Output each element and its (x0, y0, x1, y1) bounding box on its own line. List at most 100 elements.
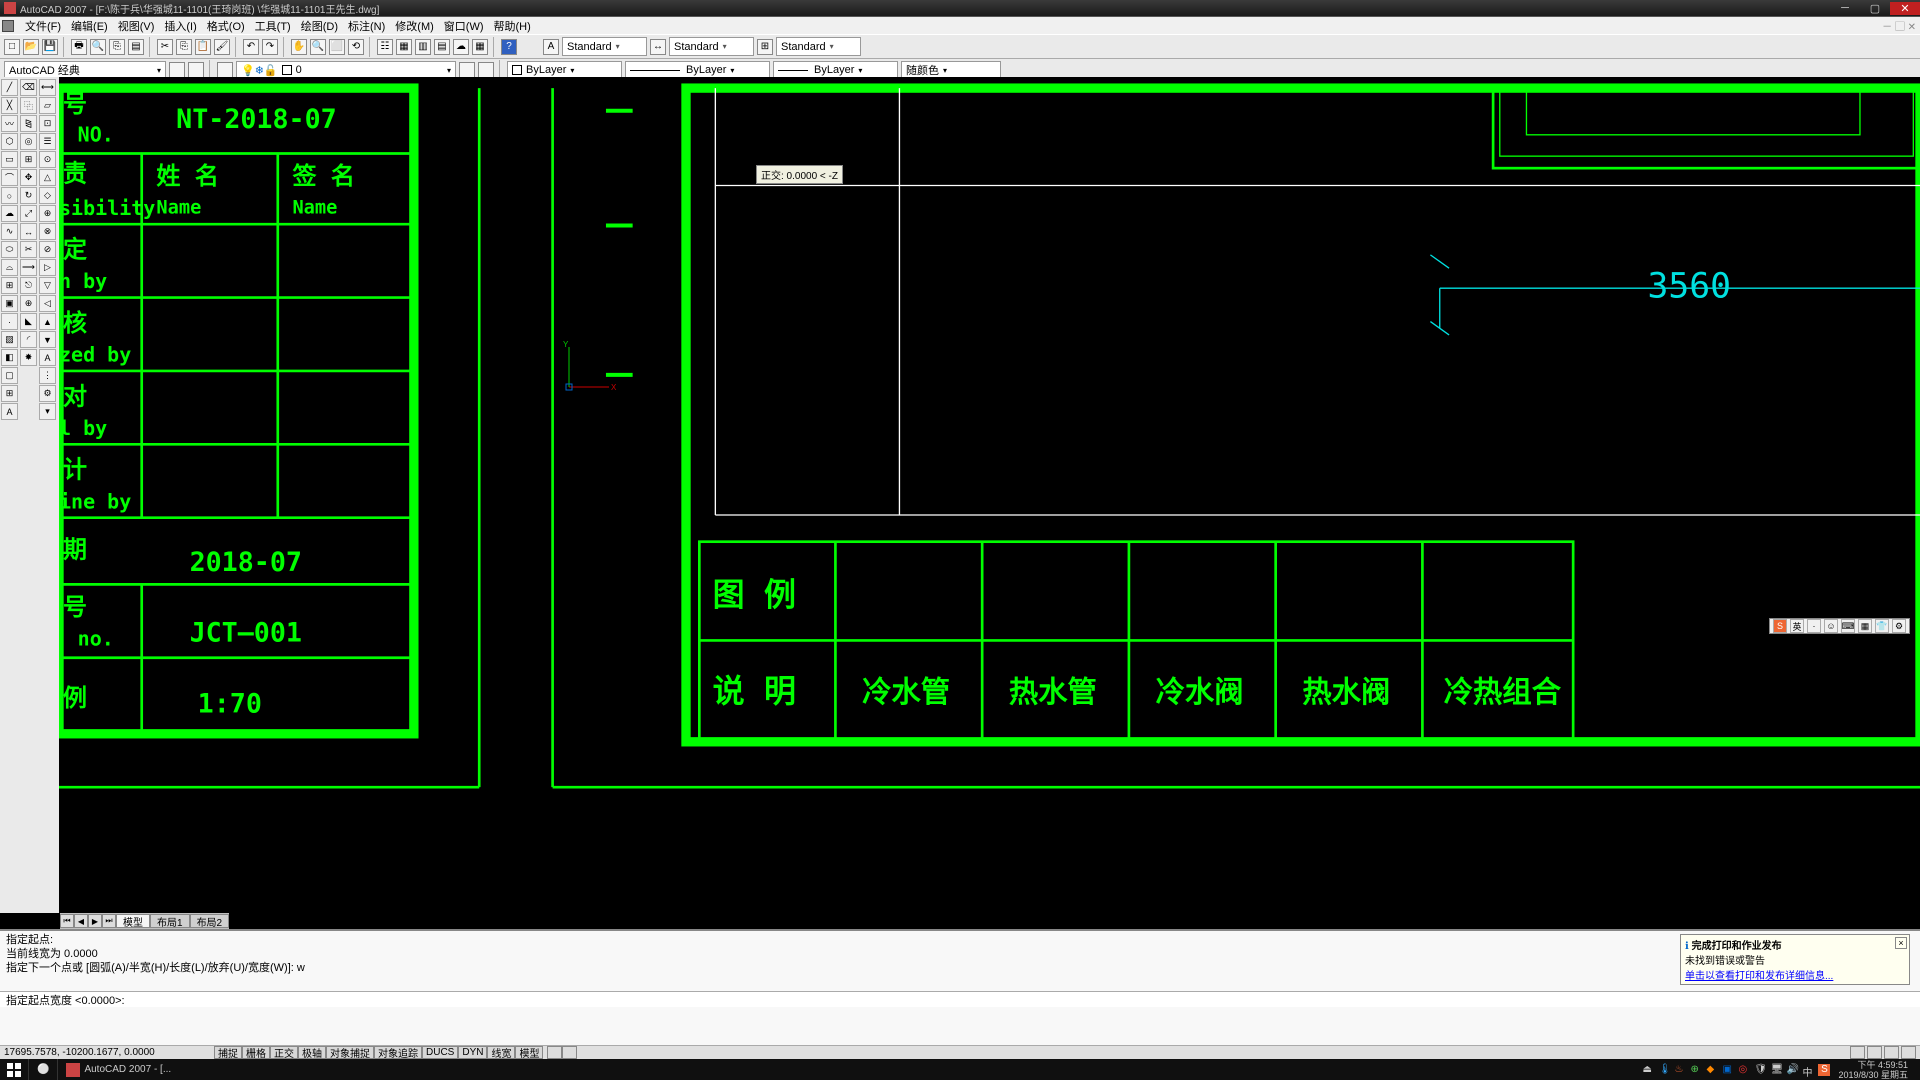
offset-icon[interactable]: ◎ (20, 133, 37, 150)
t11-icon[interactable]: ▷ (39, 259, 56, 276)
layer-prev-icon[interactable] (459, 62, 475, 78)
t8-icon[interactable]: ⊕ (39, 205, 56, 222)
menu-help[interactable]: 帮助(H) (489, 18, 536, 34)
tab-prev-icon[interactable]: ◀ (74, 914, 88, 928)
notif-close-icon[interactable]: × (1895, 937, 1907, 949)
tab-last-icon[interactable]: ⏭ (102, 914, 116, 928)
tray-icon[interactable]: ◆ (1706, 1064, 1718, 1076)
plot-icon[interactable]: ▤ (128, 39, 144, 55)
ws-lock-icon[interactable] (188, 62, 204, 78)
gradient-icon[interactable]: ◧ (1, 349, 18, 366)
dcenter-icon[interactable]: ▦ (396, 39, 412, 55)
id-icon[interactable]: ⊙ (39, 151, 56, 168)
stretch-icon[interactable]: ↔ (20, 223, 37, 240)
tray-icon[interactable]: ⏏ (1642, 1064, 1654, 1076)
list-icon[interactable]: ☰ (39, 133, 56, 150)
doc-win-controls[interactable]: － ▢ ✕ (1882, 18, 1920, 33)
lwt-toggle[interactable]: 线宽 (487, 1046, 515, 1059)
comm-icon[interactable] (1850, 1046, 1865, 1059)
cut-icon[interactable]: ✂ (157, 39, 173, 55)
textstyle-icon[interactable]: A (543, 39, 559, 55)
paste-icon[interactable]: 📋 (195, 39, 211, 55)
insert-icon[interactable]: ⊞ (1, 277, 18, 294)
sheetset-icon[interactable]: ▤ (434, 39, 450, 55)
menu-file[interactable]: 文件(F) (20, 18, 66, 34)
trim-icon[interactable]: ✂ (20, 241, 37, 258)
osnap-toggle[interactable]: 对象捕捉 (326, 1046, 374, 1059)
menu-modify[interactable]: 修改(M) (390, 18, 439, 34)
copy2-icon[interactable]: ⿻ (20, 97, 37, 114)
menu-tools[interactable]: 工具(T) (250, 18, 296, 34)
ellipsearc-icon[interactable]: ⌓ (1, 259, 18, 276)
mirror-icon[interactable]: ⧎ (20, 115, 37, 132)
tray-plot-icon[interactable] (1884, 1046, 1899, 1059)
markup-icon[interactable]: ☁ (453, 39, 469, 55)
ime-i3[interactable]: · (1807, 619, 1821, 633)
text-style-dropdown[interactable]: Standard (562, 37, 647, 56)
minimize-button[interactable]: ─ (1830, 2, 1860, 15)
erase-icon[interactable]: ⌫ (20, 79, 37, 96)
undo-icon[interactable]: ↶ (243, 39, 259, 55)
table-style-dropdown[interactable]: Standard (776, 37, 861, 56)
maximize-button[interactable]: ▢ (1860, 2, 1890, 15)
arc-icon[interactable]: ⌒ (1, 169, 18, 186)
tab-first-icon[interactable]: ⏮ (60, 914, 74, 928)
explode-icon[interactable]: ✸ (20, 349, 37, 366)
preview-icon[interactable]: 🔍 (90, 39, 106, 55)
redo-icon[interactable]: ↷ (262, 39, 278, 55)
ime-i4[interactable]: ☺ (1824, 619, 1838, 633)
line-icon[interactable]: ╱ (1, 79, 18, 96)
t9-icon[interactable]: ⊗ (39, 223, 56, 240)
ime-sogou-icon[interactable]: S (1773, 619, 1787, 633)
publish-icon[interactable]: ⎘ (109, 39, 125, 55)
print-icon[interactable]: 🖶 (71, 39, 87, 55)
taskbar-app-autocad[interactable]: AutoCAD 2007 - [... (57, 1059, 179, 1080)
spline-icon[interactable]: ∿ (1, 223, 18, 240)
move-icon[interactable]: ✥ (20, 169, 37, 186)
menu-window[interactable]: 窗口(W) (439, 18, 489, 34)
t14-icon[interactable]: ▲ (39, 313, 56, 330)
t15-icon[interactable]: ▼ (39, 331, 56, 348)
rotate-icon[interactable]: ↻ (20, 187, 37, 204)
command-input[interactable]: 指定起点宽度 <0.0000>: (0, 991, 1920, 1007)
massprop-icon[interactable]: ⊡ (39, 115, 56, 132)
break-icon[interactable]: ⎋ (20, 277, 37, 294)
menu-edit[interactable]: 编辑(E) (66, 18, 113, 34)
tray-icon[interactable]: ▣ (1722, 1064, 1734, 1076)
area-icon[interactable]: ▱ (39, 97, 56, 114)
properties-icon[interactable]: ☷ (377, 39, 393, 55)
copy-icon[interactable]: ⎘ (176, 39, 192, 55)
menu-dimension[interactable]: 标注(N) (343, 18, 390, 34)
ime-i8[interactable]: ⚙ (1892, 619, 1906, 633)
dist-icon[interactable]: ⟷ (39, 79, 56, 96)
layer-prop-icon[interactable] (217, 62, 233, 78)
chamfer-icon[interactable]: ◣ (20, 313, 37, 330)
layer-state-icon[interactable] (478, 62, 494, 78)
hatch-icon[interactable]: ▨ (1, 331, 18, 348)
pan-icon[interactable]: ✋ (291, 39, 307, 55)
circle-icon[interactable]: ○ (1, 187, 18, 204)
menu-draw[interactable]: 绘图(D) (296, 18, 343, 34)
pline-icon[interactable]: 〰 (1, 115, 18, 132)
status-icon[interactable] (547, 1046, 562, 1059)
new-icon[interactable]: □ (4, 39, 20, 55)
otrack-toggle[interactable]: 对象追踪 (374, 1046, 422, 1059)
t10-icon[interactable]: ⊘ (39, 241, 56, 258)
snap-toggle[interactable]: 捕捉 (214, 1046, 242, 1059)
calc-icon[interactable]: ▦ (472, 39, 488, 55)
ortho-toggle[interactable]: 正交 (270, 1046, 298, 1059)
tab-next-icon[interactable]: ▶ (88, 914, 102, 928)
tab-layout1[interactable]: 布局1 (150, 914, 190, 928)
t19-icon[interactable]: ▾ (39, 403, 56, 420)
drawing-canvas[interactable]: 号 NO. NT-2018-07 责 sibility 姓 名 Name 签 名… (59, 77, 1920, 913)
t12-icon[interactable]: ▽ (39, 277, 56, 294)
fillet-icon[interactable]: ◜ (20, 331, 37, 348)
notif-link[interactable]: 单击以查看打印和发布详细信息... (1685, 971, 1833, 982)
t17-icon[interactable]: ⋮ (39, 367, 56, 384)
scale-icon[interactable]: ⤢ (20, 205, 37, 222)
start-button[interactable] (0, 1059, 28, 1080)
block-icon[interactable]: ▣ (1, 295, 18, 312)
revcloud-icon[interactable]: ☁ (1, 205, 18, 222)
tray-icon[interactable]: 🖥 (1770, 1064, 1782, 1076)
grid-toggle[interactable]: 栅格 (242, 1046, 270, 1059)
